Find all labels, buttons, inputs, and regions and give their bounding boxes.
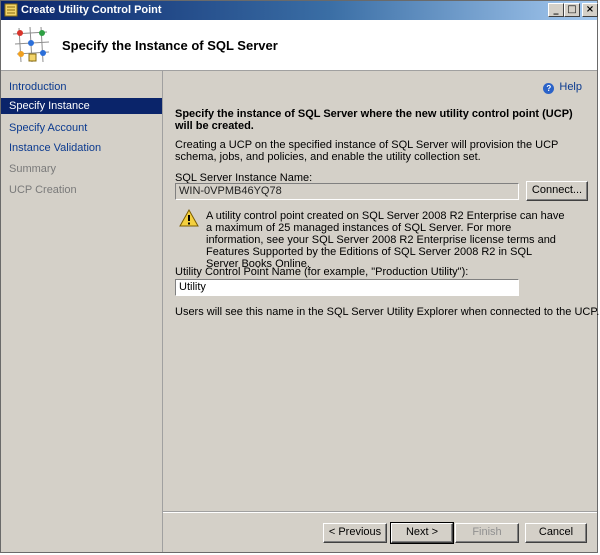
close-button[interactable]: × — [582, 3, 598, 17]
utility-wizard-icon — [12, 26, 50, 63]
wizard-content: ? Help Specify the instance of SQL Server… — [163, 71, 600, 552]
sidebar-item-specify-account[interactable]: Specify Account — [1, 120, 162, 136]
app-icon — [4, 3, 18, 17]
ucp-name-note: Users will see this name in the SQL Serv… — [175, 306, 600, 318]
sidebar-item-ucp-creation: UCP Creation — [9, 184, 77, 196]
connect-button[interactable]: Connect... — [526, 181, 588, 201]
maximize-button[interactable]: □ — [564, 3, 580, 17]
window-title: Create Utility Control Point — [21, 4, 162, 16]
sidebar-item-summary: Summary — [9, 163, 57, 175]
sidebar-item-introduction[interactable]: Introduction — [1, 79, 162, 95]
ucp-name-label: Utility Control Point Name (for example,… — [175, 266, 469, 278]
minimize-button[interactable]: _ — [548, 3, 564, 17]
cancel-button[interactable]: Cancel — [525, 523, 587, 543]
content-description: Creating a UCP on the specified instance… — [175, 139, 559, 163]
help-label: Help — [559, 81, 582, 93]
wizard-window: Create Utility Control Point _ □ × Speci… — [0, 0, 600, 553]
finish-button: Finish — [455, 523, 519, 543]
sidebar-item-specify-instance[interactable]: Specify Instance — [1, 98, 162, 114]
title-bar[interactable]: Create Utility Control Point _ □ × — [1, 1, 598, 20]
warning-text: A utility control point created on SQL S… — [206, 210, 565, 270]
wizard-header: Specify the Instance of SQL Server — [1, 20, 597, 71]
sidebar-item-instance-validation[interactable]: Instance Validation — [1, 140, 162, 156]
instance-name-field: WIN-0VPMB46YQ78 — [175, 183, 519, 200]
ucp-name-input[interactable]: Utility — [175, 279, 519, 296]
next-button[interactable]: Next > — [390, 522, 454, 544]
wizard-steps-sidebar: Introduction Specify Instance Specify Ac… — [1, 71, 163, 552]
help-icon: ? — [543, 83, 555, 94]
footer-divider — [163, 511, 597, 513]
page-title: Specify the Instance of SQL Server — [62, 38, 278, 53]
previous-button[interactable]: < Previous — [323, 523, 387, 543]
content-heading: Specify the instance of SQL Server where… — [175, 108, 573, 132]
help-link[interactable]: ? Help — [543, 81, 582, 94]
warning-icon — [179, 209, 199, 227]
